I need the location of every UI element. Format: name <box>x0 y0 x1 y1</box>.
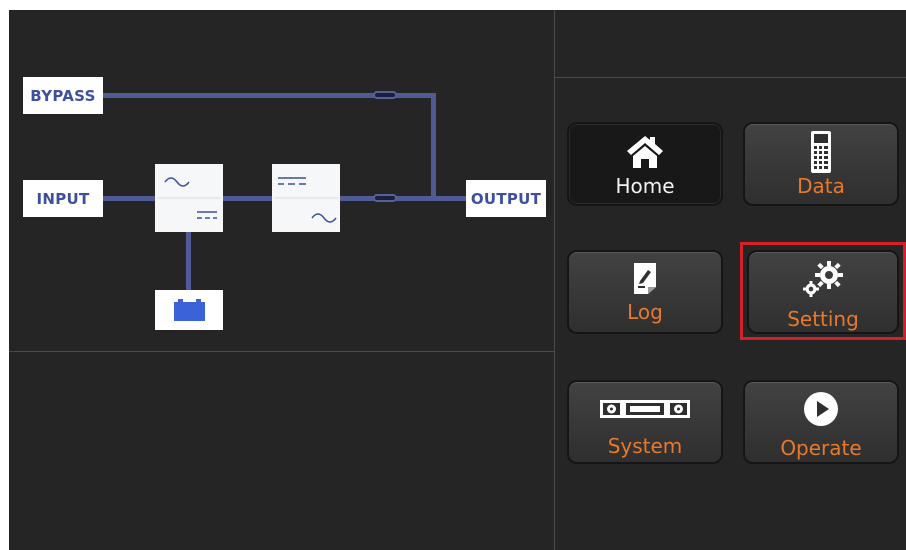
operate-button[interactable]: Operate <box>743 380 899 464</box>
inverter-icon <box>274 177 338 223</box>
right-horizontal-divider <box>555 77 906 78</box>
home-button[interactable]: Home <box>567 122 723 206</box>
ups-screen: BYPASS INPUT OUTPUT Home Data Log Settin… <box>9 10 906 550</box>
vertical-divider <box>554 10 555 550</box>
battery-icon <box>174 299 205 321</box>
inverter-module <box>272 164 340 232</box>
operate-label: Operate <box>780 436 862 460</box>
rectifier-module <box>155 164 223 232</box>
output-label: OUTPUT <box>466 180 546 217</box>
system-label: System <box>607 434 683 458</box>
output-breaker <box>373 194 397 202</box>
data-label: Data <box>797 174 845 198</box>
log-button[interactable]: Log <box>567 250 723 334</box>
play-icon <box>804 392 838 426</box>
input-label: INPUT <box>23 180 103 217</box>
bypass-breaker <box>373 91 397 99</box>
bypass-label: BYPASS <box>23 77 103 114</box>
bypass-drop-line <box>431 93 436 200</box>
battery-line <box>186 232 191 294</box>
home-icon <box>627 136 663 168</box>
battery-box <box>155 290 223 330</box>
data-button[interactable]: Data <box>743 122 899 206</box>
setting-highlight-box <box>740 242 906 340</box>
system-icon <box>600 400 690 418</box>
home-label: Home <box>615 174 675 198</box>
rectifier-icon <box>157 177 221 219</box>
log-icon <box>634 263 656 294</box>
system-button[interactable]: System <box>567 380 723 464</box>
left-horizontal-divider <box>9 351 554 352</box>
data-icon <box>811 131 831 173</box>
log-label: Log <box>627 300 663 324</box>
